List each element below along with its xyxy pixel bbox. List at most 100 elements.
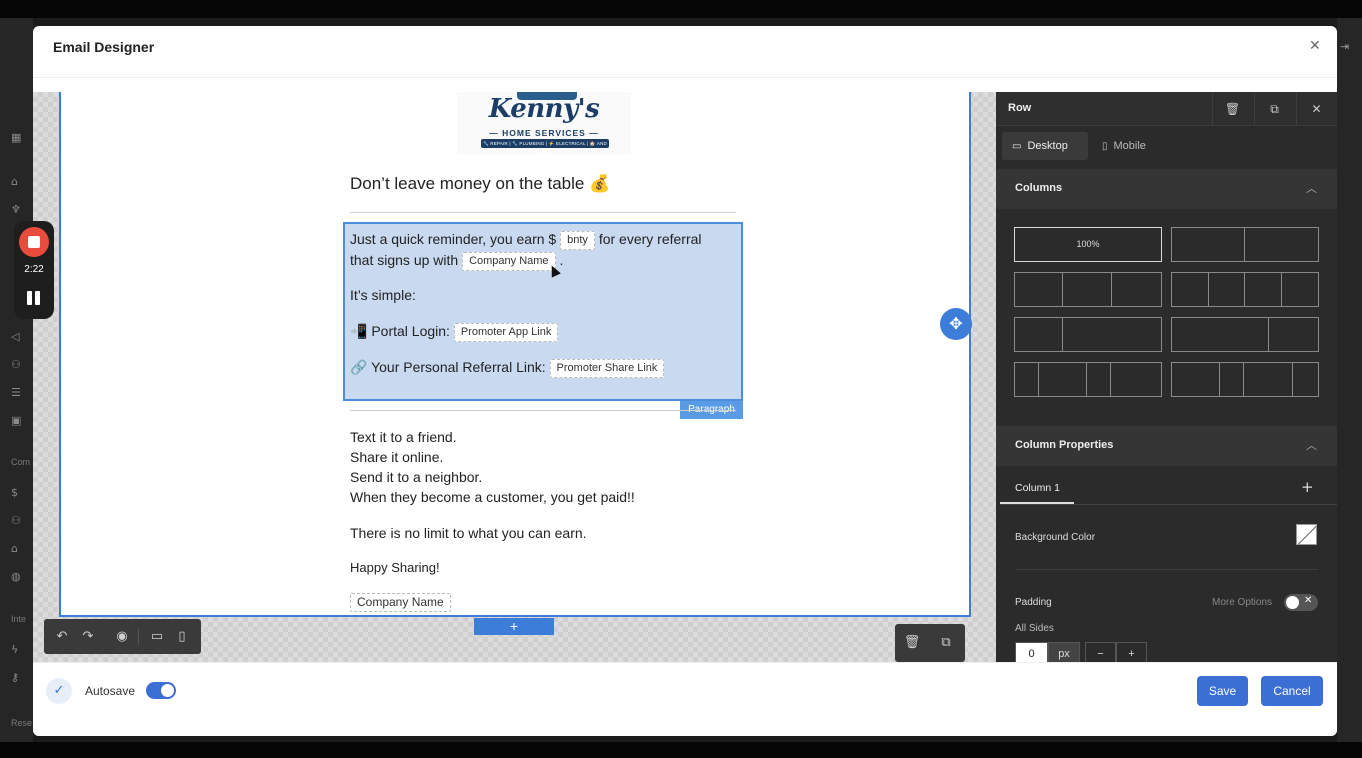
layout-cell	[1039, 363, 1087, 396]
divider	[350, 410, 736, 411]
reminder-text: that signs up with	[350, 252, 459, 268]
add-row-button[interactable]: +	[474, 618, 554, 635]
background-color-swatch[interactable]	[1296, 524, 1317, 545]
layout-1-2-col[interactable]	[1014, 317, 1162, 352]
tab-mobile[interactable]: ▯ Mobile	[1092, 132, 1168, 160]
people-icon: ⚇	[11, 514, 21, 527]
email-heading[interactable]: Don’t leave money on the table 💰	[350, 174, 610, 194]
background-color-label: Background Color	[1015, 532, 1096, 543]
layout-cell	[1015, 318, 1063, 351]
pause-icon[interactable]	[27, 291, 41, 305]
modal-header: Email Designer ✕	[33, 26, 1337, 78]
layout-label: 100%	[1076, 239, 1100, 249]
referral-line: 🔗 Your Personal Referral Link: Promoter …	[350, 357, 665, 378]
line-text: Share it online.	[350, 449, 444, 465]
logo-wordmark: Kenny's	[488, 94, 600, 124]
preview-eye-icon[interactable]: ◉	[109, 619, 135, 654]
undo-icon[interactable]: ↶	[49, 619, 75, 654]
divider	[350, 212, 736, 213]
all-sides-label: All Sides	[1015, 623, 1054, 634]
divider	[1015, 569, 1318, 570]
reminder-text: Just a quick reminder, you earn $	[350, 231, 557, 247]
modal-title: Email Designer	[53, 39, 155, 55]
email-designer-modal: Email Designer ✕ Kenny's — HOME SERVICES…	[33, 26, 1337, 736]
layout-mixed-col[interactable]	[1014, 362, 1162, 397]
padding-increment-button[interactable]: +	[1116, 642, 1147, 662]
padding-input[interactable]: 0	[1015, 642, 1048, 662]
merge-tag-bnty[interactable]: bnty	[560, 230, 595, 250]
pause-bar	[35, 291, 40, 305]
layout-2-col[interactable]	[1171, 227, 1319, 262]
cancel-button[interactable]: Cancel	[1261, 676, 1323, 706]
tab-column-1[interactable]: Column 1	[1015, 482, 1060, 494]
layout-2-1-col[interactable]	[1171, 317, 1319, 352]
dollar-icon: $	[11, 486, 18, 499]
tab-mobile-label: Mobile	[1113, 140, 1146, 152]
tab-border	[1000, 504, 1337, 505]
layout-cell	[1063, 273, 1112, 306]
desktop-view-icon[interactable]: ▭	[144, 619, 170, 654]
recording-time: 2:22	[24, 264, 44, 275]
autosave-label: Autosave	[85, 684, 136, 698]
properties-panel: Row 🗑 ⧉ ✕ ▭ Desktop ▯ Mobile Columns ︿ 100…	[996, 92, 1337, 662]
panel-header: Row 🗑 ⧉ ✕	[996, 92, 1337, 126]
reminder-text: .	[559, 252, 564, 268]
layout-cell	[1172, 363, 1220, 396]
delete-icon[interactable]: 🗑	[1212, 92, 1252, 126]
toggle-off-icon: ✕	[1304, 595, 1313, 606]
merge-tag-promoter-app-link[interactable]: Promoter App Link	[453, 322, 559, 342]
happy-sharing-text: Happy Sharing!	[350, 560, 440, 575]
modal-footer: ✓ Autosave Save Cancel	[33, 662, 1337, 736]
pause-bar	[27, 291, 32, 305]
line-text: Send it to a neighbor.	[350, 469, 483, 485]
more-options-label: More Options	[1212, 597, 1273, 608]
tab-desktop-label: Desktop	[1027, 140, 1068, 152]
toggle-knob	[1286, 596, 1299, 609]
save-button[interactable]: Save	[1197, 676, 1248, 706]
chevron-up-icon: ︿	[1306, 439, 1317, 452]
columns-section-header[interactable]: Columns ︿	[996, 169, 1337, 209]
column-properties-header[interactable]: Column Properties ︿	[996, 426, 1337, 466]
add-column-icon[interactable]: +	[1301, 478, 1314, 496]
merge-tag-company-name[interactable]: Company Name	[462, 251, 556, 271]
layout-cell	[1172, 318, 1269, 351]
duplicate-row-icon[interactable]: ⧉	[929, 624, 963, 662]
layout-4-col[interactable]	[1171, 272, 1319, 307]
delete-row-icon[interactable]: 🗑	[895, 624, 929, 662]
layout-cell	[1244, 363, 1293, 396]
desktop-icon: ▭	[1012, 141, 1022, 152]
trophy-icon: ♆	[11, 203, 21, 216]
redo-icon[interactable]: ↷	[75, 619, 101, 654]
company-logo[interactable]: Kenny's — HOME SERVICES — 🔧 REPAIR | 🔧 P…	[457, 92, 631, 155]
users-icon: ⚇	[11, 358, 21, 371]
duplicate-icon[interactable]: ⧉	[1254, 92, 1294, 126]
simple-text: It’s simple:	[350, 287, 416, 303]
layout-1-col[interactable]: 100%	[1014, 227, 1162, 262]
selected-row[interactable]: Kenny's — HOME SERVICES — 🔧 REPAIR | 🔧 P…	[59, 92, 971, 617]
layout-cell	[1172, 273, 1209, 306]
tab-desktop[interactable]: ▭ Desktop	[1002, 132, 1088, 160]
more-options-toggle[interactable]: ✕	[1284, 594, 1318, 611]
building-icon: ▦	[11, 131, 22, 144]
mobile-icon: ▯	[1102, 141, 1108, 152]
layout-3-col[interactable]	[1014, 272, 1162, 307]
layout-cell	[1245, 273, 1282, 306]
stop-recording-button[interactable]	[19, 227, 49, 257]
padding-decrement-button[interactable]: −	[1085, 642, 1116, 662]
reminder-line-2: that signs up with Company Name .	[350, 250, 563, 271]
mobile-view-icon[interactable]: ▯	[169, 619, 195, 654]
home-icon: ⌂	[11, 175, 18, 188]
key-icon: ⚷	[11, 671, 20, 684]
merge-tag-promoter-share-link[interactable]: Promoter Share Link	[549, 358, 665, 378]
close-icon[interactable]: ✕	[1309, 38, 1321, 54]
layout-mixed-col-2[interactable]	[1171, 362, 1319, 397]
reminder-line-1: Just a quick reminder, you earn $ bnty f…	[350, 229, 702, 250]
portal-label: 📲 Portal Login:	[350, 323, 450, 339]
merge-tag-company-name[interactable]: Company Name	[350, 592, 451, 612]
portal-line: 📲 Portal Login: Promoter App Link	[350, 321, 559, 342]
background-sidebar: ▦ ⌂ ♆ ◁ ⚇ ☰ ▣ Com $ ⚇ ⌂ ◍ Inte ϟ ⚷ Rese	[0, 18, 33, 742]
sidebar-section-label: Inte	[11, 614, 27, 624]
move-icon[interactable]: ✥	[940, 308, 972, 340]
close-panel-icon[interactable]: ✕	[1296, 92, 1336, 126]
autosave-toggle[interactable]	[146, 682, 176, 699]
